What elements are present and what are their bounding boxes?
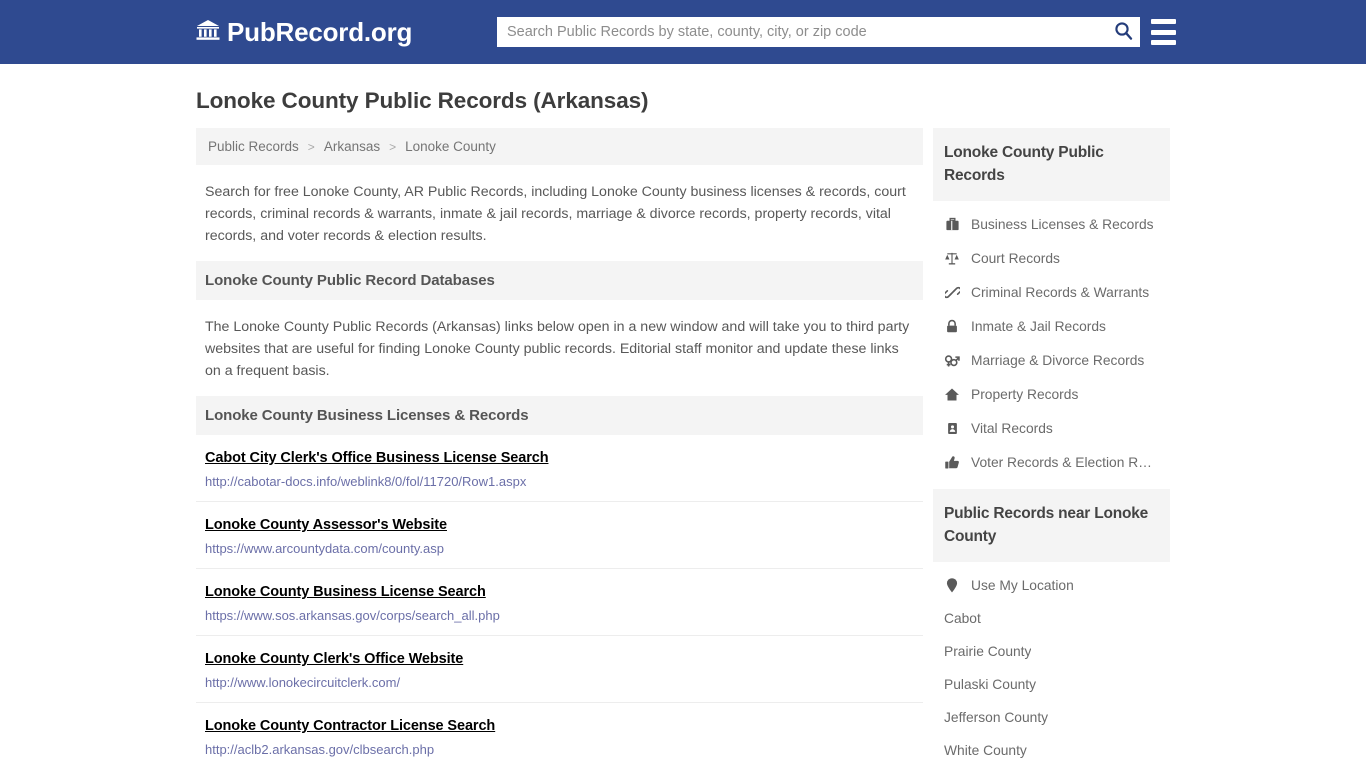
sidebar-item-pulaski-county[interactable]: Pulaski County [933, 668, 1170, 701]
sidebar-item-criminal-records[interactable]: Criminal Records & Warrants [933, 275, 1170, 309]
breadcrumb-separator: > [389, 139, 397, 154]
venus-mars-icon [944, 352, 960, 368]
sidebar-item-label: Pulaski County [944, 677, 1037, 692]
site-logo[interactable]: PubRecord.org [196, 19, 412, 46]
record-link-title[interactable]: Lonoke County Business License Search [205, 584, 486, 600]
sidebar-item-label: Use My Location [971, 577, 1074, 593]
breadcrumb: Public Records > Arkansas > Lonoke Count… [196, 128, 923, 165]
sidebar-item-jefferson-county[interactable]: Jefferson County [933, 701, 1170, 734]
sidebar-panel-records: Lonoke County Public Records Business Li… [933, 128, 1170, 481]
record-link-url[interactable]: http://cabotar-docs.info/weblink8/0/fol/… [205, 474, 914, 489]
list-item: Lonoke County Contractor License Search … [196, 703, 923, 768]
list-item: Lonoke County Assessor's Website https:/… [196, 502, 923, 569]
list-item: Cabot City Clerk's Office Business Licen… [196, 435, 923, 502]
record-link-title[interactable]: Lonoke County Assessor's Website [205, 517, 447, 533]
record-link-url[interactable]: http://www.lonokecircuitclerk.com/ [205, 675, 914, 690]
record-link-list: Cabot City Clerk's Office Business Licen… [196, 435, 923, 768]
search-bar [497, 17, 1140, 47]
breadcrumb-item-public-records[interactable]: Public Records [205, 139, 302, 154]
search-input[interactable] [497, 17, 1106, 47]
sidebar-heading-nearby: Public Records near Lonoke County [933, 489, 1170, 562]
breadcrumb-separator: > [307, 139, 315, 154]
sidebar-records-list: Business Licenses & Records Court Record… [933, 201, 1170, 481]
sidebar-item-label: Jefferson County [944, 710, 1049, 725]
search-icon [1114, 21, 1133, 43]
sidebar-item-prairie-county[interactable]: Prairie County [933, 635, 1170, 668]
sidebar-heading-records: Lonoke County Public Records [933, 128, 1170, 201]
sidebar: Lonoke County Public Records Business Li… [933, 128, 1170, 768]
home-icon [944, 386, 960, 402]
record-link-url[interactable]: https://www.sos.arkansas.gov/corps/searc… [205, 608, 914, 623]
sidebar-panel-nearby: Public Records near Lonoke County Use My… [933, 489, 1170, 768]
briefcase-icon [944, 216, 960, 232]
handcuffs-icon [944, 284, 960, 300]
sidebar-item-use-my-location[interactable]: Use My Location [933, 568, 1170, 602]
sidebar-item-cabot[interactable]: Cabot [933, 602, 1170, 635]
thumbs-up-icon [944, 454, 960, 470]
sidebar-item-label: Court Records [971, 250, 1060, 266]
sidebar-item-label: Marriage & Divorce Records [971, 352, 1145, 368]
sidebar-item-court-records[interactable]: Court Records [933, 241, 1170, 275]
bank-icon [196, 19, 220, 46]
list-item: Lonoke County Business License Search ht… [196, 569, 923, 636]
record-link-title[interactable]: Lonoke County Clerk's Office Website [205, 651, 463, 667]
sidebar-item-label: Business Licenses & Records [971, 216, 1154, 232]
sidebar-item-label: Criminal Records & Warrants [971, 284, 1150, 300]
menu-bar-1 [1151, 19, 1176, 24]
content-columns: Public Records > Arkansas > Lonoke Count… [196, 128, 1170, 768]
site-header: PubRecord.org [0, 0, 1366, 64]
page-title: Lonoke County Public Records (Arkansas) [196, 88, 649, 113]
sidebar-item-property-records[interactable]: Property Records [933, 377, 1170, 411]
record-link-url[interactable]: https://www.arcountydata.com/county.asp [205, 541, 914, 556]
breadcrumb-item-arkansas[interactable]: Arkansas [321, 139, 383, 154]
record-link-title[interactable]: Lonoke County Contractor License Search [205, 718, 495, 734]
sidebar-item-voter-records[interactable]: Voter Records & Election R… [933, 445, 1170, 479]
sidebar-item-vital-records[interactable]: Vital Records [933, 411, 1170, 445]
sidebar-nearby-list: Use My Location Cabot Prairie County Pul… [933, 562, 1170, 768]
site-logo-text: PubRecord.org [227, 17, 413, 47]
sidebar-item-label: Vital Records [971, 420, 1053, 436]
search-button[interactable] [1106, 17, 1140, 47]
menu-bar-2 [1151, 29, 1176, 35]
section-header-business-licenses: Lonoke County Business Licenses & Record… [196, 396, 923, 435]
sidebar-item-business-licenses[interactable]: Business Licenses & Records [933, 207, 1170, 241]
sidebar-item-inmate-jail-records[interactable]: Inmate & Jail Records [933, 309, 1170, 343]
main-column: Public Records > Arkansas > Lonoke Count… [196, 128, 923, 768]
lock-icon [944, 318, 960, 334]
intro-paragraph: Search for free Lonoke County, AR Public… [205, 184, 906, 244]
hamburger-menu-icon[interactable] [1151, 19, 1176, 45]
map-pin-icon [944, 577, 960, 593]
sidebar-item-label: Inmate & Jail Records [971, 318, 1106, 334]
sidebar-item-label: Voter Records & Election R… [971, 454, 1152, 470]
databases-paragraph: The Lonoke County Public Records (Arkans… [205, 319, 910, 379]
record-link-title[interactable]: Cabot City Clerk's Office Business Licen… [205, 450, 549, 466]
record-link-url[interactable]: http://aclb2.arkansas.gov/clbsearch.php [205, 742, 914, 757]
scales-of-justice-icon [944, 250, 960, 266]
breadcrumb-item-lonoke-county: Lonoke County [405, 139, 496, 154]
section-header-databases: Lonoke County Public Record Databases [196, 261, 923, 300]
list-item: Lonoke County Clerk's Office Website htt… [196, 636, 923, 703]
sidebar-item-marriage-divorce-records[interactable]: Marriage & Divorce Records [933, 343, 1170, 377]
sidebar-item-label: Property Records [971, 386, 1079, 402]
sidebar-item-label: White County [944, 743, 1027, 758]
sidebar-item-label: Cabot [944, 611, 981, 626]
sidebar-item-white-county[interactable]: White County [933, 734, 1170, 767]
id-card-icon [944, 420, 960, 436]
menu-bar-3 [1151, 40, 1176, 45]
sidebar-item-label: Prairie County [944, 644, 1032, 659]
page-container: Lonoke County Public Records (Arkansas) … [0, 64, 1366, 768]
